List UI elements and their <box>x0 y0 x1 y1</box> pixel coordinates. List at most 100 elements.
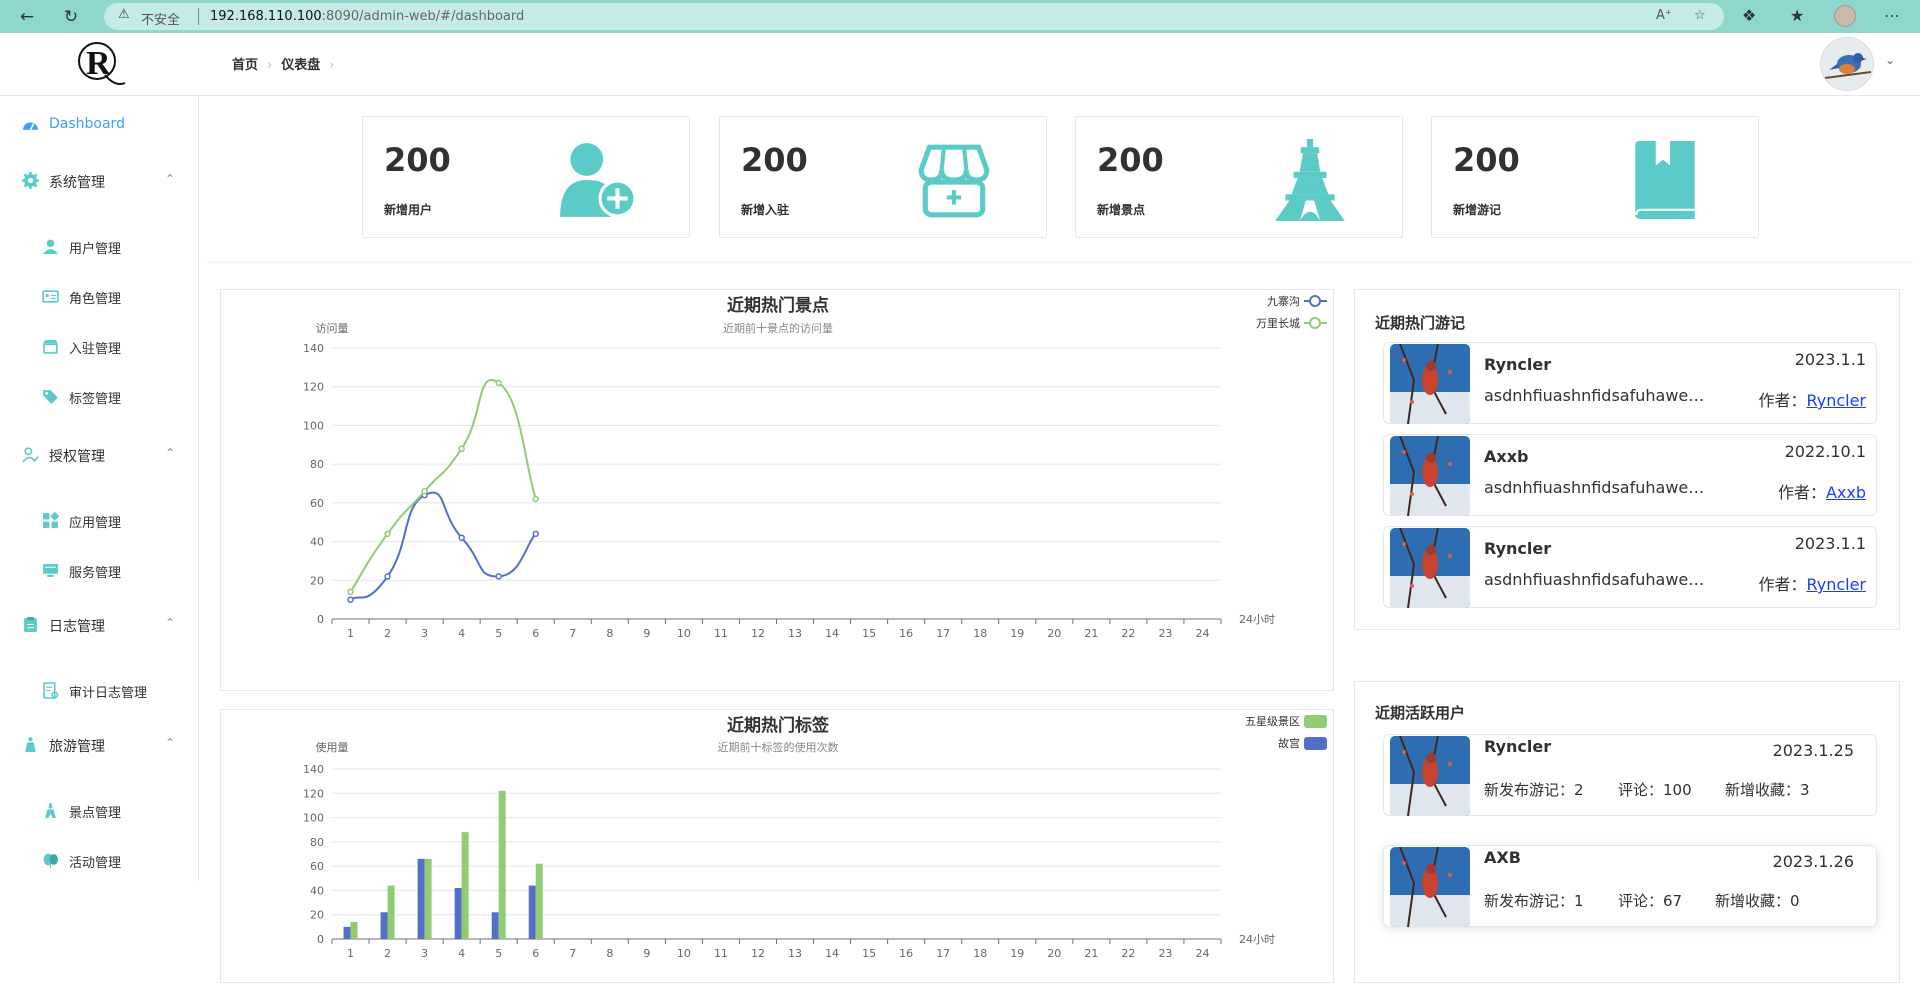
legend-marker <box>1309 317 1321 329</box>
active-user-card[interactable]: AXB 2023.1.26 新发布游记：1 评论：67 新增收藏：0 <box>1383 845 1877 927</box>
sidebar-item-services[interactable]: 服务管理 <box>0 550 199 590</box>
x-tick-label: 23 <box>1158 947 1172 960</box>
sidebar-item-label: 服务管理 <box>69 566 122 581</box>
read-aloud-icon[interactable]: A⁺ <box>1656 8 1672 23</box>
sidebar-item-dashboard[interactable]: Dashboard <box>0 104 199 144</box>
chevron-up-icon: ⌃ <box>165 736 176 750</box>
travelogue-card[interactable]: Axxb 2022.10.1 asdnhfiuashnfidsafuhaweho… <box>1383 434 1877 516</box>
user-comments-count: 评论：100 <box>1618 781 1692 799</box>
legend-swatch <box>1304 715 1327 728</box>
apps-icon <box>43 512 59 528</box>
chevron-up-icon: ⌃ <box>165 446 176 460</box>
book-icon <box>1635 141 1695 219</box>
data-point <box>384 573 391 580</box>
user-favorites-count: 新增收藏：0 <box>1715 892 1800 910</box>
sidebar-item-system[interactable]: 系统管理 ⌃ <box>0 160 199 200</box>
legend-label: 五星级景区 <box>1245 715 1300 728</box>
x-tick-label: 13 <box>788 947 802 960</box>
sidebar-item-scenic[interactable]: 景点管理 <box>0 790 199 830</box>
author-link[interactable]: Ryncler <box>1806 391 1866 410</box>
x-tick-label: 24 <box>1195 627 1209 640</box>
sidebar-item-label: 用户管理 <box>69 242 122 257</box>
x-tick-label: 17 <box>936 947 950 960</box>
x-tick-label: 3 <box>421 627 428 640</box>
breadcrumb-dashboard[interactable]: 仪表盘 <box>281 58 320 73</box>
y-axis-label: 访问量 <box>316 322 349 335</box>
travelogue-summary: asdnhfiuashnfidsafuhaweho... <box>1484 478 1714 497</box>
hot-scenic-chart-panel: 近期热门景点 近期前十景点的访问量 访问量 24小时 0 20 40 60 80 100 1… <box>220 289 1334 691</box>
sidebar-item-label: 角色管理 <box>69 292 122 307</box>
breadcrumb-separator-icon: › <box>329 58 335 73</box>
y-tick-label: 100 <box>303 812 324 825</box>
y-tick-label: 140 <box>303 342 324 355</box>
chart-subtitle: 近期前十景点的访问量 <box>723 321 833 335</box>
bar <box>343 926 351 939</box>
sidebar-item-users[interactable]: 用户管理 <box>0 226 199 266</box>
add-user-icon <box>560 143 637 218</box>
address-bar[interactable]: ⚠ 不安全 192.168.110.100:8090/admin-web/#/d… <box>104 3 1724 30</box>
sidebar-item-roles[interactable]: 角色管理 <box>0 276 199 316</box>
y-tick-label: 40 <box>310 536 324 549</box>
author-link[interactable]: Axxb <box>1826 483 1866 502</box>
shop-icon <box>918 144 990 218</box>
chart-legend[interactable]: 五星级景区 故宫 <box>1245 715 1327 750</box>
chart-legend[interactable]: 九寨沟 万里长城 <box>1256 294 1327 330</box>
sidebar-item-label: 审计日志管理 <box>69 686 148 701</box>
chart-title: 近期热门景点 <box>727 295 829 316</box>
y-axis-label: 使用量 <box>316 741 349 754</box>
sidebar-item-logs[interactable]: 日志管理 ⌃ <box>0 604 199 644</box>
travelogue-card[interactable]: Ryncler 2023.1.1 asdnhfiuashnfidsafuhawe… <box>1383 526 1877 608</box>
legend-label: 故宫 <box>1278 736 1300 750</box>
sidebar-item-auth[interactable]: 授权管理 ⌃ <box>0 434 199 474</box>
clipboard-icon <box>24 617 37 632</box>
sidebar-item-label: 系统管理 <box>49 175 105 191</box>
data-point <box>495 379 502 387</box>
hot-scenic-line-chart: 近期热门景点 近期前十景点的访问量 访问量 24小时 0 20 40 60 80 100 1… <box>303 294 1327 640</box>
y-tick-label: 20 <box>310 909 324 922</box>
sidebar-item-label: 入驻管理 <box>69 342 122 357</box>
browser-toolbar: ← ↻ ⚠ 不安全 192.168.110.100:8090/admin-web… <box>0 0 1920 33</box>
sidebar-item-settled[interactable]: 入驻管理 <box>0 326 199 366</box>
chevron-down-icon[interactable]: ⌄ <box>1885 53 1895 67</box>
chart-title: 近期热门标签 <box>727 715 830 736</box>
sidebar-item-tags[interactable]: 标签管理 <box>0 376 199 416</box>
reload-icon[interactable]: ↻ <box>58 4 84 30</box>
url-text[interactable]: 192.168.110.100:8090/admin-web/#/dashboa… <box>210 9 524 24</box>
sidebar-item-label: 日志管理 <box>49 619 105 635</box>
avatar[interactable] <box>1820 37 1874 91</box>
bar <box>454 888 462 939</box>
y-tick-label: 20 <box>310 574 324 587</box>
favorite-star-icon[interactable]: ☆ <box>1694 8 1706 23</box>
x-tick-label: 11 <box>714 947 728 960</box>
bar <box>498 790 506 939</box>
active-user-card[interactable]: Ryncler 2023.1.25 新发布游记：2 评论：100 新增收藏：3 <box>1383 734 1877 816</box>
favorites-icon[interactable]: ★ <box>1790 6 1804 25</box>
back-arrow-icon[interactable]: ← <box>14 4 40 30</box>
sidebar-item-travel[interactable]: 旅游管理 ⌃ <box>0 724 199 764</box>
browser-profile-avatar[interactable] <box>1834 5 1856 27</box>
more-menu-icon[interactable]: ⋯ <box>1884 6 1900 25</box>
sidebar-item-apps[interactable]: 应用管理 <box>0 500 199 540</box>
breadcrumb-home[interactable]: 首页 <box>232 58 258 73</box>
bar <box>380 912 388 939</box>
chevron-up-icon: ⌃ <box>165 172 176 186</box>
y-tick-label: 80 <box>310 458 324 471</box>
travelogue-card[interactable]: Ryncler 2023.1.1 asdnhfiuashnfidsafuhawe… <box>1383 342 1877 424</box>
sidebar-item-activities[interactable]: 活动管理 <box>0 840 199 880</box>
stat-value: 200 <box>384 141 451 179</box>
author-link[interactable]: Ryncler <box>1806 575 1866 594</box>
user-favorites-count: 新增收藏：3 <box>1725 781 1810 799</box>
user-posts-count: 新发布游记：1 <box>1484 892 1584 910</box>
x-tick-label: 4 <box>458 627 465 640</box>
stat-card-new-users: 200 新增用户 <box>362 116 690 238</box>
user-posts-count: 新发布游记：2 <box>1484 781 1584 799</box>
data-point <box>532 530 539 538</box>
x-tick-label: 18 <box>973 627 987 640</box>
stat-label: 新增入驻 <box>741 203 790 217</box>
x-tick-label: 24 <box>1195 947 1209 960</box>
gear-icon <box>22 172 39 189</box>
extensions-icon[interactable]: ❖ <box>1742 6 1756 25</box>
app-logo[interactable]: R <box>75 39 127 89</box>
sidebar-item-audit-logs[interactable]: 审计日志管理 <box>0 670 199 710</box>
data-point <box>458 534 465 541</box>
